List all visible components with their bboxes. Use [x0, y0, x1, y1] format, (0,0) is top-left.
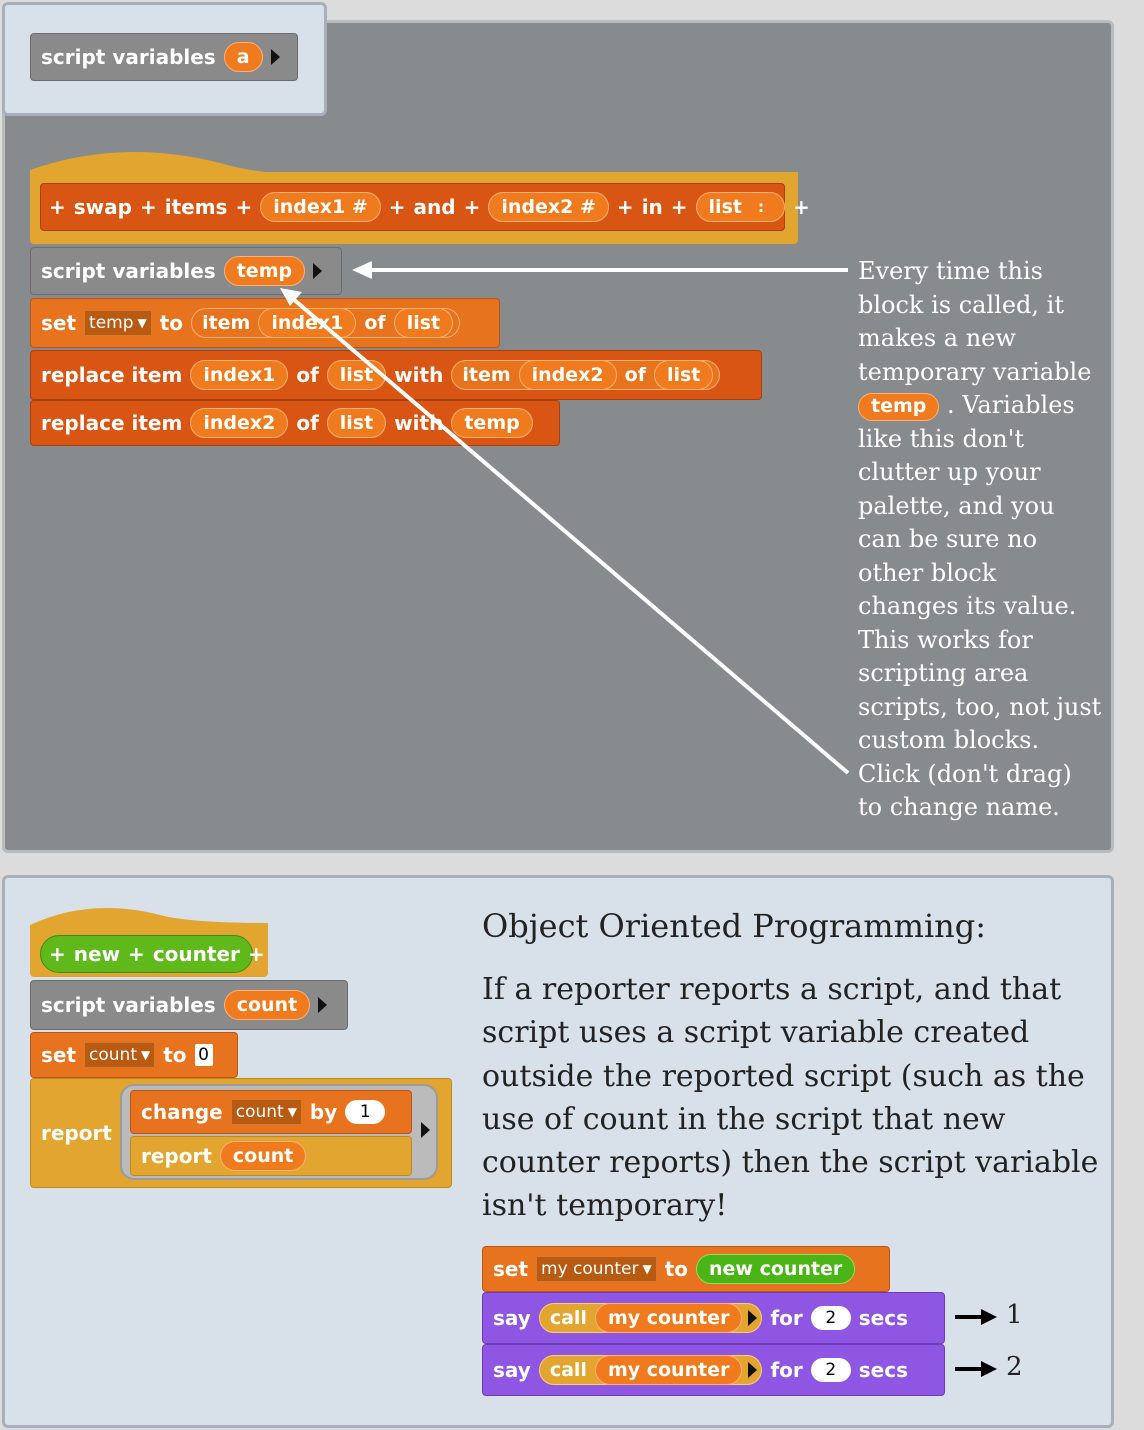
result-value-2: 2 — [1006, 1352, 1023, 1382]
arrow-head-icon — [352, 261, 372, 279]
value-input[interactable]: 0 — [194, 1044, 213, 1066]
inner-report-block[interactable]: report count — [130, 1136, 412, 1176]
annotation-line: scripting area — [858, 659, 1029, 687]
annotation-line: Every time this — [858, 257, 1043, 285]
my-counter-chip[interactable]: my counter — [594, 1303, 743, 1333]
oop-heading: Object Oriented Programming: — [482, 907, 987, 945]
plus-slot[interactable]: + — [248, 942, 265, 966]
variable-count-chip[interactable]: count — [223, 990, 311, 1020]
oop-line: isn't temporary! — [482, 1188, 728, 1224]
oop-line: outside the reported script (such as the — [482, 1058, 1085, 1094]
plus-slot[interactable]: + — [49, 942, 66, 966]
annotation-line-with-chip: temp . Variables — [858, 389, 1118, 423]
set-my-counter-block[interactable]: set my counter ▼ to new counter — [482, 1246, 890, 1292]
call-reporter[interactable]: call my counter — [538, 1303, 763, 1333]
expand-arrow-icon[interactable] — [318, 997, 328, 1013]
variable-dropdown[interactable]: count ▼ — [84, 1042, 156, 1068]
annotation-line: other block — [858, 558, 997, 587]
new-counter-custom-block[interactable]: + new + counter + — [40, 935, 265, 973]
call-label: call — [549, 1359, 587, 1381]
dropdown-arrow-icon: ▼ — [642, 1262, 652, 1276]
set-label: set — [41, 1043, 77, 1067]
annotation-line: like this don't — [858, 424, 1024, 453]
say-for-secs-block-2[interactable]: say call my counter for 2 secs — [482, 1344, 945, 1396]
set-label: set — [493, 1257, 529, 1281]
plus-slot[interactable]: + — [128, 942, 145, 966]
to-label: to — [664, 1257, 689, 1281]
dropdown-value: count — [235, 1102, 284, 1122]
variable-dropdown[interactable]: count ▼ — [230, 1099, 302, 1125]
by-label: by — [309, 1100, 338, 1124]
script-variables-label: script variables — [41, 993, 216, 1017]
annotation-text: Every time this block is called, it make… — [858, 255, 1118, 825]
to-label: to — [163, 1043, 187, 1067]
by-value-input[interactable]: 1 — [345, 1100, 386, 1124]
annotation-line: scripts, too, not just — [858, 692, 1102, 721]
for-label: for — [770, 1306, 803, 1330]
annotation-line: custom blocks. — [858, 726, 1040, 754]
new-counter-reporter[interactable]: new counter — [696, 1254, 856, 1284]
oop-paragraph: If a reporter reports a script, and that… — [482, 968, 1102, 1228]
set-count-block[interactable]: set count ▼ to 0 — [30, 1032, 238, 1078]
temp-chip[interactable]: temp — [858, 392, 940, 421]
annotation-line: temporary variable — [858, 357, 1092, 386]
script-variables-block-count[interactable]: script variables count — [30, 980, 348, 1030]
annotation-line: clutter up your — [858, 458, 1041, 486]
oop-line: script uses a script variable created — [482, 1015, 1030, 1051]
counter-label: counter — [152, 942, 240, 966]
change-label: change — [141, 1100, 223, 1124]
dropdown-value: my counter — [541, 1259, 639, 1279]
oop-line: If a reporter reports a script, and that — [482, 972, 1062, 1007]
call-label: call — [549, 1307, 587, 1329]
annotation-line: can be sure no — [858, 525, 1038, 553]
expand-arrow-icon[interactable] — [748, 1362, 758, 1378]
result-arrow-icon — [955, 1361, 997, 1377]
change-count-block[interactable]: change count ▼ by 1 — [130, 1090, 412, 1134]
annotation-line: changes its value. — [858, 592, 1077, 620]
oop-line: use of count in the script that new — [482, 1101, 1006, 1137]
annotation-line: block is called, it — [858, 290, 1064, 319]
secs-label: secs — [858, 1358, 908, 1382]
dropdown-arrow-icon: ▼ — [287, 1105, 297, 1119]
result-value-1: 1 — [1006, 1300, 1023, 1330]
my-counter-chip[interactable]: my counter — [594, 1355, 743, 1385]
variable-dropdown[interactable]: my counter ▼ — [536, 1256, 657, 1282]
say-label: say — [493, 1306, 531, 1330]
say-for-secs-block-1[interactable]: say call my counter for 2 secs — [482, 1292, 945, 1344]
annotation-line: makes a new — [858, 324, 1016, 352]
annotation-fragment: . Variables — [947, 391, 1075, 419]
call-reporter[interactable]: call my counter — [538, 1355, 763, 1385]
dropdown-value: count — [89, 1045, 137, 1065]
arrow-to-temp-chip — [290, 296, 850, 775]
secs-label: secs — [858, 1306, 908, 1330]
say-label: say — [493, 1358, 531, 1382]
ring-expand-arrow-icon[interactable] — [421, 1122, 430, 1138]
result-arrow-icon — [955, 1309, 997, 1325]
expand-arrow-icon[interactable] — [748, 1310, 758, 1326]
for-label: for — [770, 1358, 803, 1382]
annotation-line: This works for — [858, 625, 1033, 654]
oop-line: counter reports) then the script variabl… — [482, 1145, 1099, 1181]
dropdown-arrow-icon: ▼ — [141, 1048, 151, 1062]
report-label: report — [41, 1121, 112, 1145]
annotation-line: to change name. — [858, 793, 1060, 821]
secs-input[interactable]: 2 — [810, 1358, 851, 1382]
report-label: report — [141, 1144, 212, 1168]
new-label: new — [73, 942, 121, 966]
secs-input[interactable]: 2 — [810, 1306, 851, 1330]
annotation-line: palette, and you — [858, 491, 1055, 520]
count-chip[interactable]: count — [219, 1141, 307, 1171]
annotation-line: Click (don't drag) — [858, 759, 1072, 788]
